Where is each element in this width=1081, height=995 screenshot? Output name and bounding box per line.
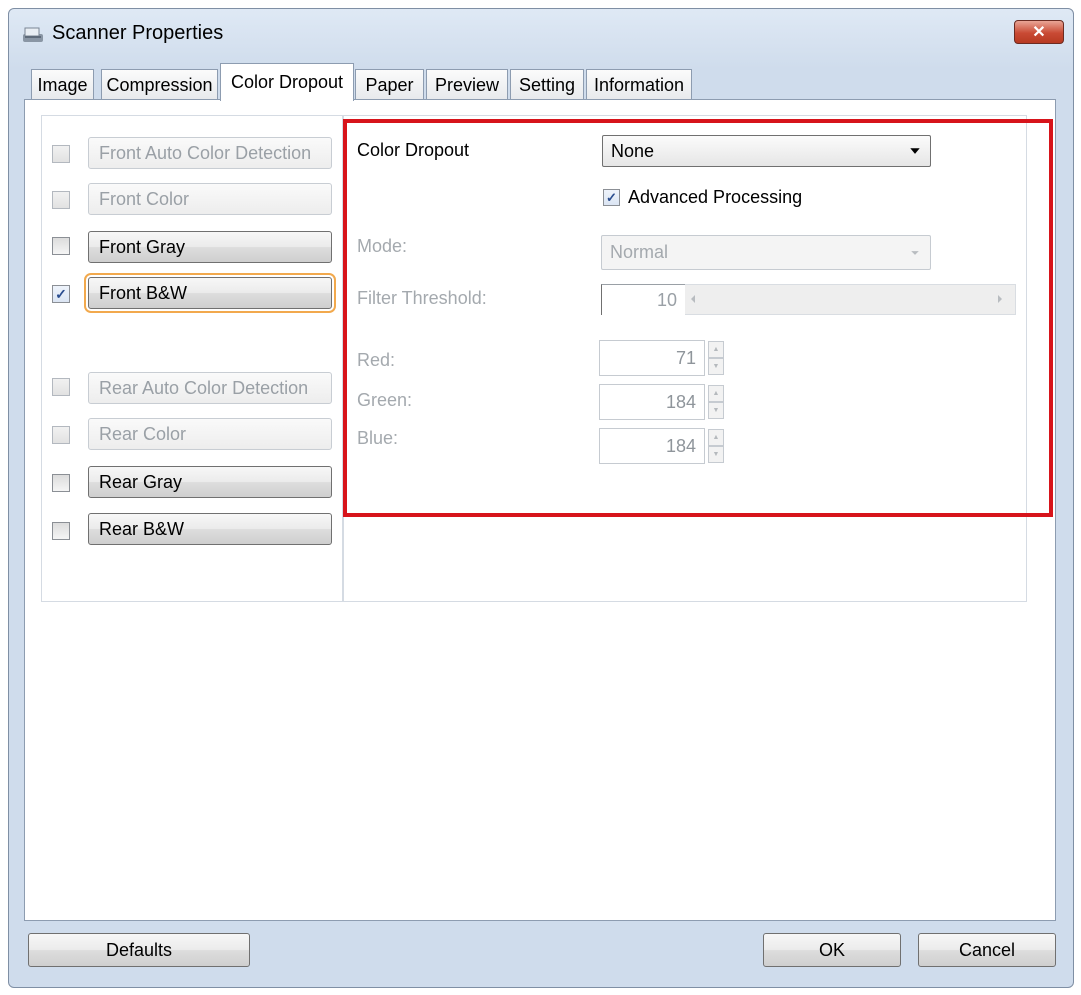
front-gray-checkbox[interactable] bbox=[52, 237, 70, 255]
tab-setting[interactable]: Setting bbox=[510, 69, 584, 100]
rear-gray-checkbox[interactable] bbox=[52, 474, 70, 492]
front-color-checkbox[interactable] bbox=[52, 191, 70, 209]
tab-information[interactable]: Information bbox=[586, 69, 692, 100]
rear-gray-button[interactable]: Rear Gray bbox=[88, 466, 332, 498]
front-auto-color-detection-button[interactable]: Front Auto Color Detection bbox=[88, 137, 332, 169]
front-gray-button[interactable]: Front Gray bbox=[88, 231, 332, 263]
tab-image[interactable]: Image bbox=[31, 69, 94, 100]
front-bw-checkbox[interactable]: ✓ bbox=[52, 285, 70, 303]
rear-auto-color-detection-button[interactable]: Rear Auto Color Detection bbox=[88, 372, 332, 404]
close-button[interactable]: ✕ bbox=[1014, 20, 1064, 44]
rear-bw-button[interactable]: Rear B&W bbox=[88, 513, 332, 545]
tab-color-dropout[interactable]: Color Dropout bbox=[220, 63, 354, 101]
ok-button[interactable]: OK bbox=[763, 933, 901, 967]
front-bw-button[interactable]: Front B&W bbox=[84, 273, 336, 313]
close-icon: ✕ bbox=[1032, 24, 1046, 41]
front-auto-checkbox[interactable] bbox=[52, 145, 70, 163]
defaults-button[interactable]: Defaults bbox=[28, 933, 250, 967]
rear-auto-checkbox[interactable] bbox=[52, 378, 70, 396]
tab-compression[interactable]: Compression bbox=[101, 69, 218, 100]
window-title: Scanner Properties bbox=[52, 22, 224, 44]
highlight-box bbox=[343, 119, 1053, 517]
cancel-button[interactable]: Cancel bbox=[918, 933, 1056, 967]
tab-preview[interactable]: Preview bbox=[426, 69, 508, 100]
rear-bw-checkbox[interactable] bbox=[52, 522, 70, 540]
scanner-app-icon bbox=[23, 27, 43, 42]
rear-color-button[interactable]: Rear Color bbox=[88, 418, 332, 450]
front-color-button[interactable]: Front Color bbox=[88, 183, 332, 215]
rear-color-checkbox[interactable] bbox=[52, 426, 70, 444]
check-icon: ✓ bbox=[55, 286, 67, 302]
tab-paper[interactable]: Paper bbox=[355, 69, 424, 100]
